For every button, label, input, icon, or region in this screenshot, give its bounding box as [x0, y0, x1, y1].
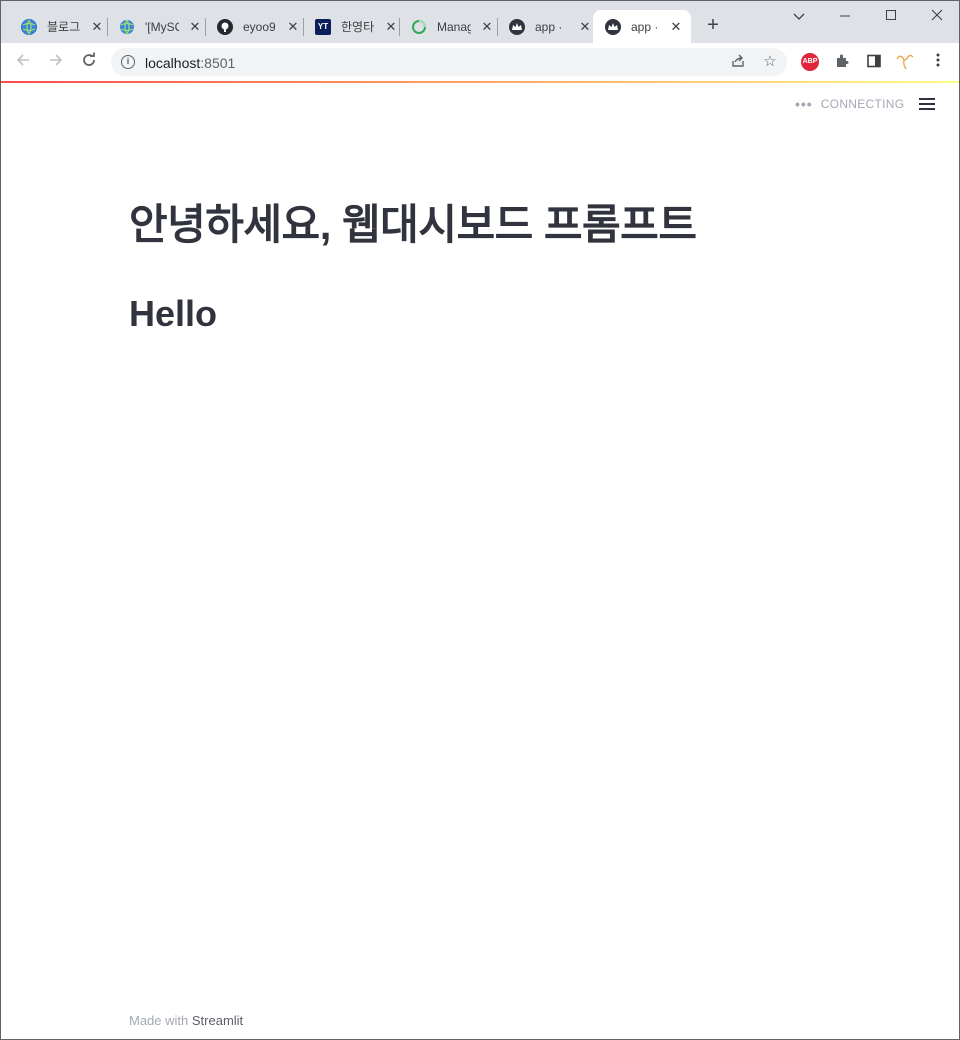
- tab-title: 한영타: [341, 20, 375, 34]
- footer-prefix: Made with: [129, 1013, 192, 1028]
- reload-icon[interactable]: [79, 52, 99, 72]
- share-icon[interactable]: [729, 53, 747, 71]
- extensions-puzzle-icon[interactable]: [833, 53, 851, 71]
- close-icon[interactable]: ✕: [577, 19, 593, 35]
- streamlit-link[interactable]: Streamlit: [192, 1013, 243, 1028]
- loading-ring-icon: [411, 19, 427, 35]
- tab-title: '[MySQ: [145, 19, 179, 34]
- minimize-icon[interactable]: [830, 5, 860, 27]
- profile-avatar-icon[interactable]: [895, 53, 914, 71]
- close-icon[interactable]: ✕: [285, 19, 301, 35]
- tab-blog[interactable]: 블로그 ✕: [9, 10, 113, 43]
- tab-title: eyoo9: [243, 19, 276, 34]
- main-menu-hamburger-icon[interactable]: [919, 96, 935, 112]
- status-text: CONNECTING: [820, 97, 905, 111]
- tab-app-1[interactable]: app · ✕: [497, 10, 601, 43]
- tab-title: app ·: [631, 19, 659, 34]
- streamlit-crown-icon: [509, 18, 525, 35]
- maximize-icon[interactable]: [876, 5, 906, 27]
- page-subtitle: Hello: [129, 293, 218, 334]
- globe-icon: [119, 19, 135, 35]
- status-dots-icon: •••: [795, 96, 813, 112]
- tab-app-active[interactable]: app · ✕: [593, 10, 691, 43]
- globe-icon: [21, 18, 37, 35]
- tab-strip: 블로그 ✕ '[MySQ ✕ eyoo9 ✕ YT 한영타 ✕ Manag ✕: [1, 1, 959, 43]
- connection-status: ••• CONNECTING: [795, 97, 904, 111]
- site-info-icon[interactable]: i: [121, 55, 135, 69]
- browser-toolbar: i localhost:8501 ☆ ABP: [1, 43, 959, 81]
- adblock-plus-icon[interactable]: ABP: [801, 53, 819, 71]
- streamlit-crown-icon: [605, 18, 621, 35]
- bookmark-star-icon[interactable]: ☆: [761, 53, 779, 71]
- page-title: 안녕하세요, 웹대시보드 프롬프트: [129, 201, 697, 248]
- tab-title: app ·: [535, 19, 563, 34]
- tab-github[interactable]: eyoo9 ✕: [205, 10, 309, 43]
- back-arrow-icon[interactable]: [13, 52, 33, 72]
- close-icon[interactable]: ✕: [383, 19, 399, 35]
- github-icon: [217, 18, 233, 35]
- side-panel-icon[interactable]: [865, 53, 883, 71]
- tab-hanyoung[interactable]: YT 한영타 ✕: [303, 10, 407, 43]
- streamlit-decoration-bar: [1, 81, 959, 83]
- address-bar[interactable]: i localhost:8501 ☆: [111, 48, 787, 76]
- close-icon[interactable]: ✕: [89, 19, 105, 35]
- tab-manage[interactable]: Manag ✕: [399, 10, 503, 43]
- tab-title: 블로그: [47, 20, 81, 34]
- close-window-icon[interactable]: [922, 5, 952, 27]
- new-tab-button[interactable]: +: [703, 15, 723, 35]
- tab-title: Manag: [437, 19, 471, 34]
- forward-arrow-icon[interactable]: [46, 52, 66, 72]
- tab-search-icon[interactable]: [784, 5, 814, 27]
- yt-icon: YT: [315, 18, 331, 35]
- footer: Made with Streamlit: [129, 1013, 243, 1028]
- kebab-menu-icon[interactable]: [929, 53, 947, 71]
- tab-mysql[interactable]: '[MySQ ✕: [107, 10, 211, 43]
- close-icon[interactable]: ✕: [669, 19, 683, 35]
- close-icon[interactable]: ✕: [479, 19, 495, 35]
- url-text: localhost:8501: [145, 55, 236, 71]
- close-icon[interactable]: ✕: [187, 19, 203, 35]
